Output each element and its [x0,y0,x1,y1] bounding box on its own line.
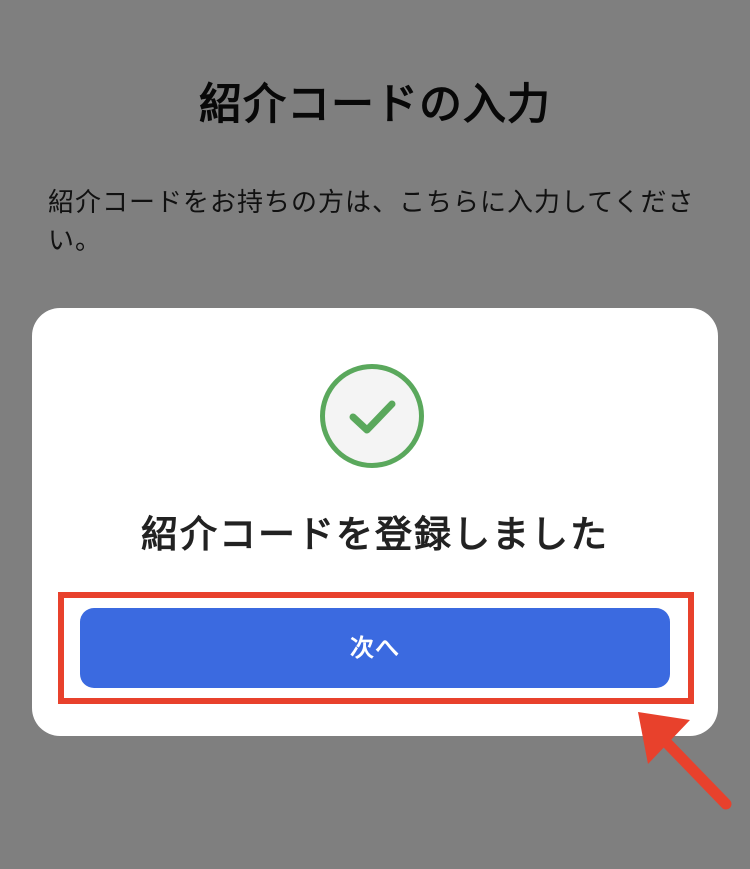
checkmark-icon [349,400,396,434]
success-message: 紹介コードを登録しました [141,513,609,556]
next-button[interactable]: 次へ [80,608,670,688]
success-dialog: 紹介コードを登録しました 次へ [32,308,718,736]
check-circle-icon [320,364,424,468]
arrow-pointer-icon [638,712,732,810]
